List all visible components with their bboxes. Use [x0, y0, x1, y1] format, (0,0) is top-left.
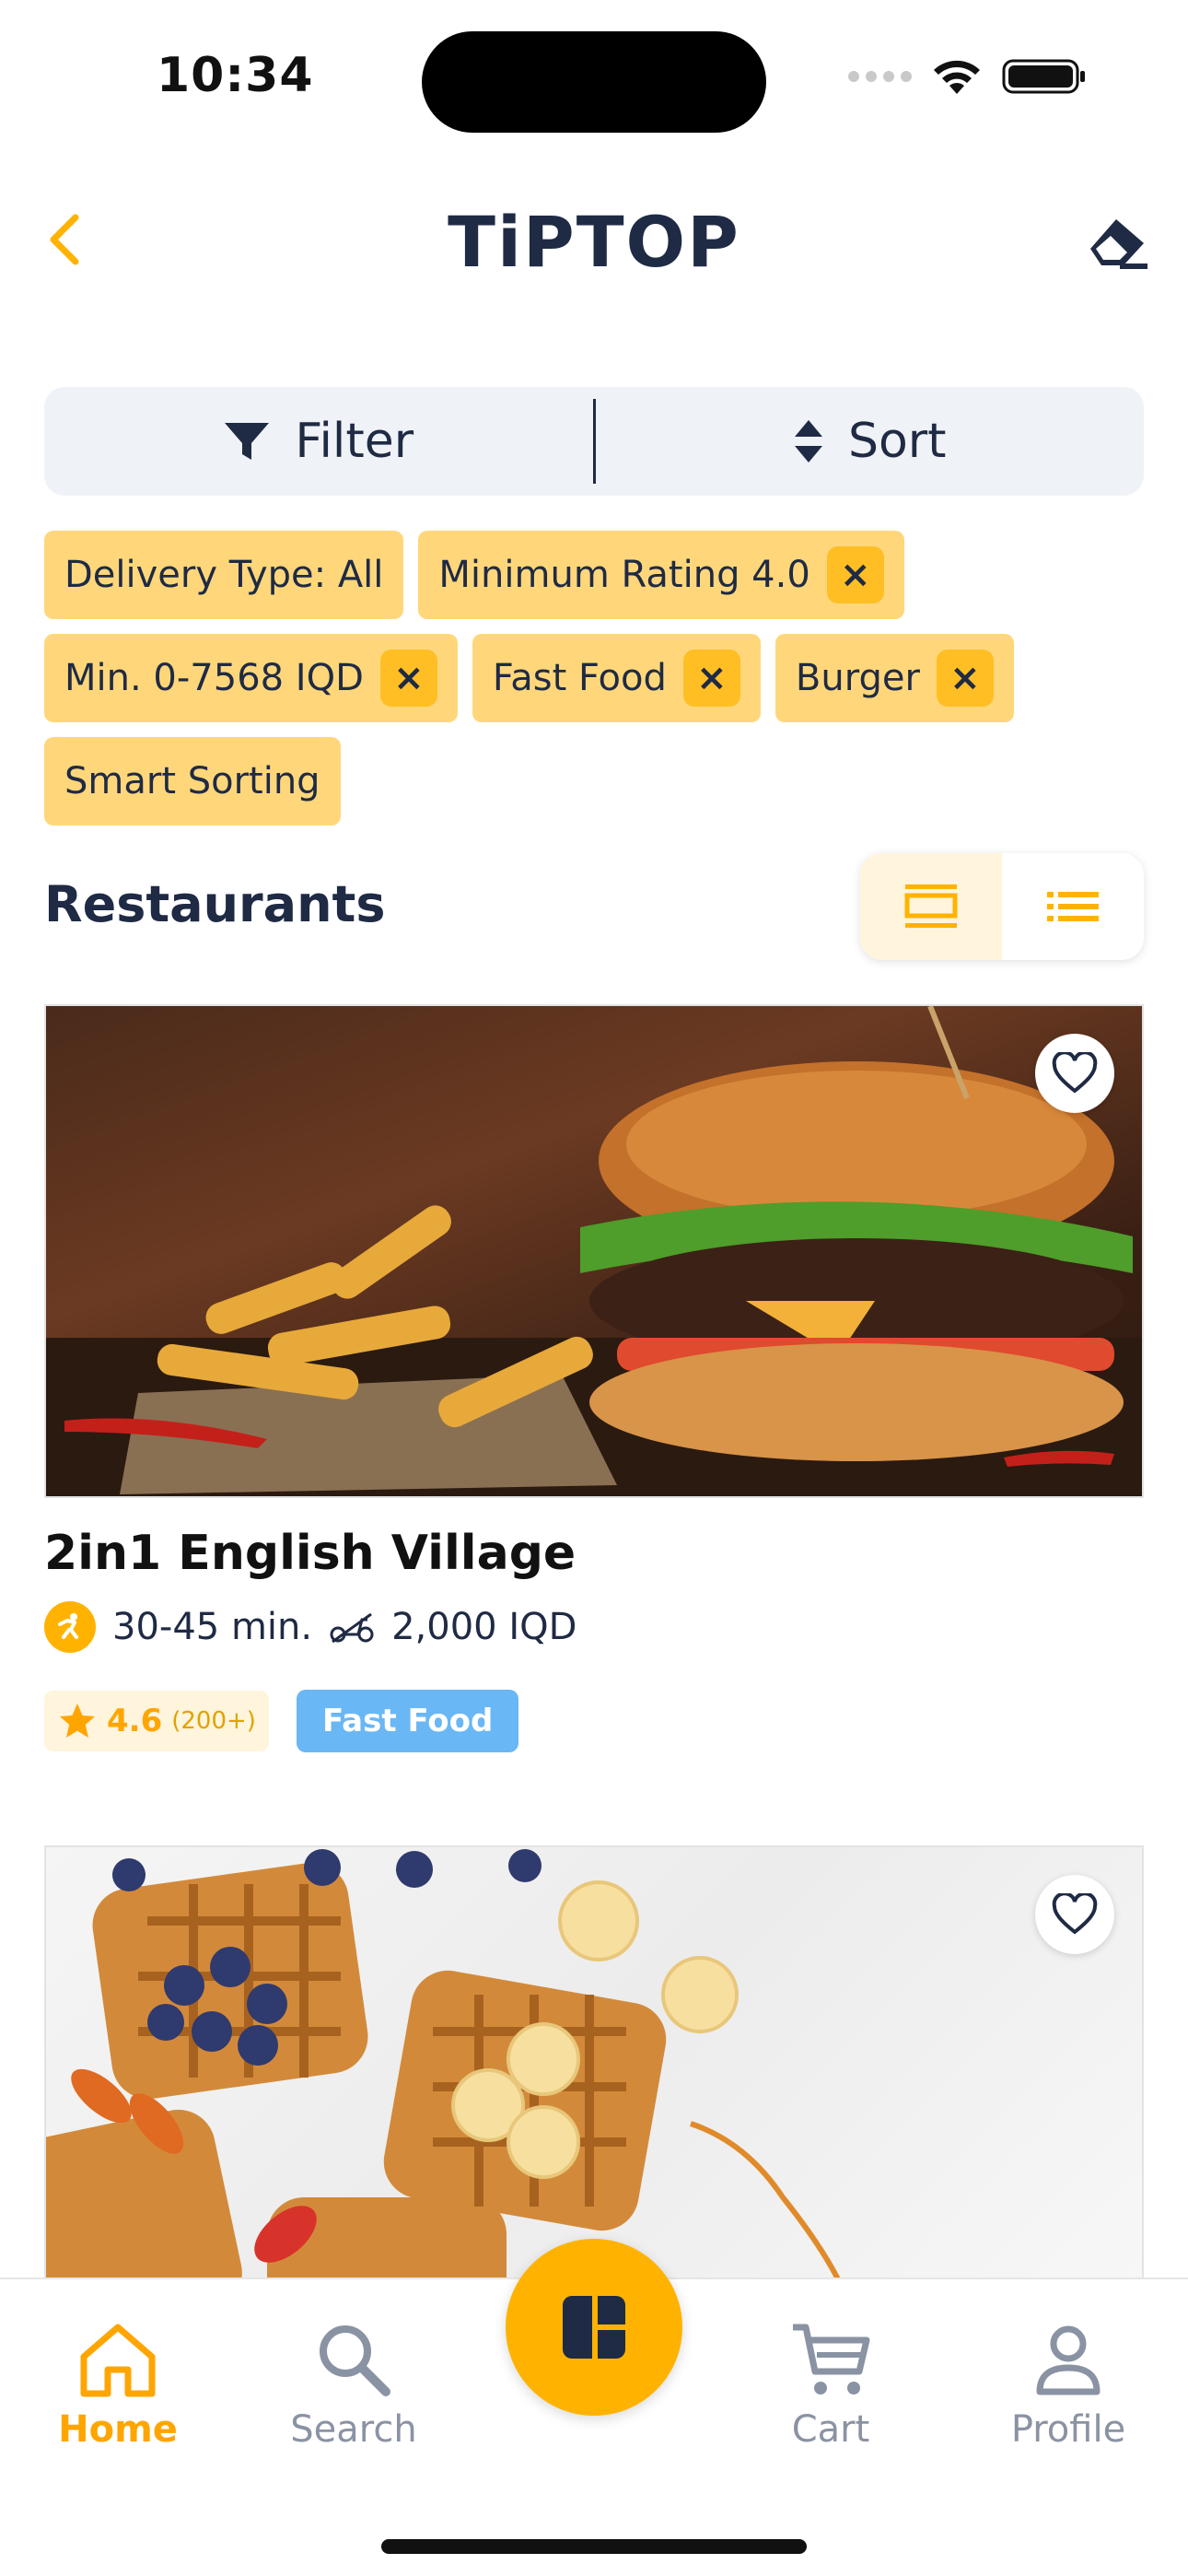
rating-badge: 4.6 (200+) [44, 1691, 269, 1751]
status-icons [848, 57, 1087, 96]
star-icon [60, 1704, 95, 1738]
section-title: Restaurants [44, 875, 386, 933]
delivery-info: 30-45 min. 2,000 IQD [44, 1601, 1144, 1653]
chip-label: Minimum Rating 4.0 [438, 554, 810, 596]
rating-count: (200+) [171, 1707, 256, 1735]
chip-label: Min. 0-7568 IQD [64, 657, 364, 699]
free-delivery-scooter-icon [330, 1612, 374, 1644]
filter-chip[interactable]: Minimum Rating 4.0 × [418, 531, 904, 619]
sort-label: Sort [847, 414, 947, 469]
restaurant-card[interactable]: 2in1 English Village 30-45 min. 2,000 IQ… [44, 1004, 1144, 1752]
favorite-button[interactable] [1035, 1875, 1114, 1954]
wifi-icon [934, 60, 980, 94]
chip-label: Burger [795, 657, 920, 699]
running-person-icon [58, 1613, 78, 1639]
home-icon [80, 2324, 156, 2397]
battery-icon [1002, 59, 1085, 94]
view-mode-toggle [860, 853, 1144, 960]
burger-photo [46, 1006, 1142, 1496]
list-icon [1047, 892, 1099, 921]
filter-chip[interactable]: Fast Food × [472, 634, 761, 722]
rating-value: 4.6 [107, 1703, 163, 1739]
person-icon [1036, 2325, 1101, 2395]
chip-label: Smart Sorting [64, 760, 320, 802]
home-indicator [381, 2539, 807, 2554]
filter-chip[interactable]: Smart Sorting [44, 737, 341, 825]
restaurant-image[interactable] [44, 1845, 1144, 2277]
categories-fab-button[interactable] [506, 2239, 682, 2416]
remove-chip-icon[interactable]: × [682, 650, 740, 707]
filter-label: Filter [295, 414, 414, 469]
restaurant-name: 2in1 English Village [44, 1526, 577, 1581]
filter-button[interactable]: Filter [44, 387, 593, 496]
tab-label: Profile [1010, 2408, 1126, 2451]
status-time: 10:34 [157, 48, 314, 103]
delivery-time: 30-45 min. [112, 1606, 313, 1648]
filter-icon [225, 423, 270, 460]
cart-icon [793, 2324, 870, 2395]
search-icon [320, 2325, 390, 2396]
status-bar: 10:34 [0, 0, 1188, 157]
cuisine-tag: Fast Food [296, 1690, 519, 1752]
delivery-time-icon [44, 1601, 96, 1653]
dynamic-island [422, 31, 766, 133]
filter-chip[interactable]: Delivery Type: All [44, 531, 404, 619]
dashboard-icon [563, 2296, 625, 2359]
remove-chip-icon[interactable]: × [936, 650, 994, 707]
tab-label: Search [290, 2408, 417, 2451]
filter-sort-bar: Filter Sort [44, 387, 1144, 496]
remove-chip-icon[interactable]: × [826, 546, 884, 603]
restaurant-card[interactable] [44, 1845, 1144, 2277]
tab-home[interactable]: Home [26, 2320, 210, 2451]
chip-label: Fast Food [492, 657, 667, 699]
cellular-signal-icon [848, 71, 912, 82]
app-logo: TiPTOP [448, 201, 740, 283]
card-view-icon [904, 884, 958, 928]
delivery-fee: 2,000 IQD [391, 1606, 577, 1648]
eraser-icon [1090, 219, 1147, 269]
filter-chip[interactable]: Min. 0-7568 IQD × [44, 634, 458, 722]
card-view-button[interactable] [860, 853, 1002, 960]
remove-chip-icon[interactable]: × [379, 650, 437, 707]
tab-search[interactable]: Search [262, 2320, 446, 2451]
header: TiPTOP [0, 184, 1188, 295]
tab-label: Home [58, 2408, 178, 2451]
sort-icon [794, 420, 822, 463]
tab-label: Cart [791, 2408, 870, 2451]
heart-icon [1052, 1052, 1098, 1094]
heart-icon [1052, 1893, 1098, 1935]
tab-cart[interactable]: Cart [739, 2320, 923, 2451]
chip-label: Delivery Type: All [64, 554, 384, 596]
restaurant-image[interactable] [44, 1004, 1144, 1498]
active-filter-chips: Delivery Type: All Minimum Rating 4.0 × … [44, 531, 1144, 840]
list-view-button[interactable] [1002, 853, 1144, 960]
clear-filters-button[interactable] [1083, 212, 1149, 271]
sort-button[interactable]: Sort [596, 387, 1145, 496]
filter-chip[interactable]: Burger × [775, 634, 1014, 722]
tab-profile[interactable]: Profile [976, 2320, 1160, 2451]
waffles-photo [46, 1849, 841, 2277]
restaurant-tags: 4.6 (200+) Fast Food [44, 1690, 1144, 1752]
favorite-button[interactable] [1035, 1034, 1114, 1113]
